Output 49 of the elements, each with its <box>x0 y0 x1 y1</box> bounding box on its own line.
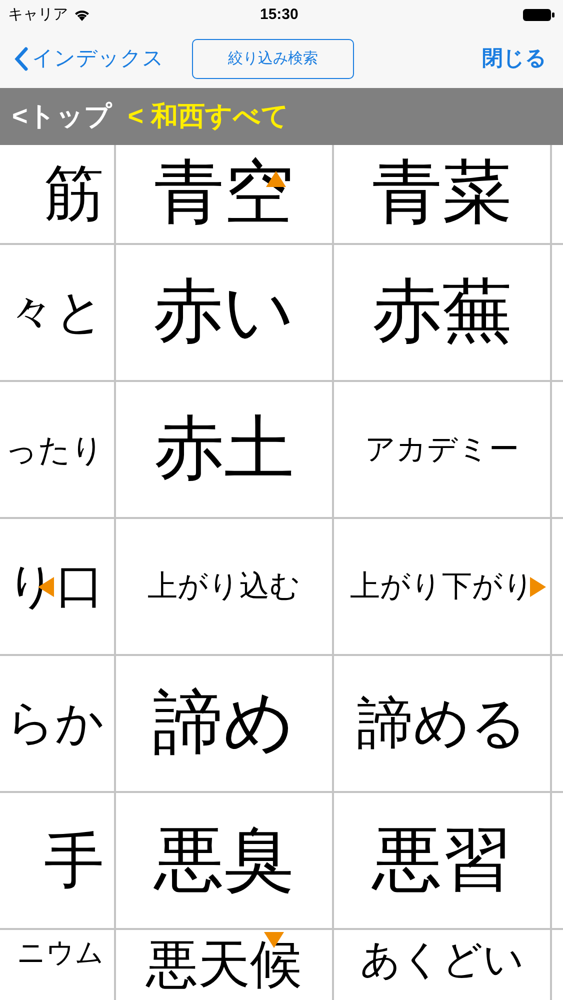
battery-icon <box>523 8 555 22</box>
word-text: 々と <box>7 288 104 336</box>
wifi-icon <box>74 9 90 21</box>
word-text: 筋 <box>44 164 104 224</box>
word-cell[interactable]: 悪天候 <box>116 930 332 1000</box>
word-cell[interactable]: らか <box>0 656 114 791</box>
word-text: 悪習 <box>372 826 512 896</box>
word-text: 諦める <box>357 696 527 752</box>
word-text: 手 <box>44 830 104 890</box>
word-text: 上がり下がり <box>350 572 534 602</box>
word-cell[interactable]: 手 <box>0 793 114 928</box>
word-text: らか <box>6 700 104 748</box>
word-text: 赤い <box>153 278 295 348</box>
word-text: 赤蕪 <box>372 278 512 348</box>
word-cell[interactable]: 悪習 <box>334 793 550 928</box>
word-cell[interactable]: 筋 <box>0 145 114 243</box>
word-text: 悪天候 <box>146 940 302 992</box>
word-cell[interactable]: ったり <box>0 382 114 517</box>
carrier-label: キャリア <box>8 4 68 25</box>
word-text: あくどい <box>360 940 524 980</box>
word-text: ったり <box>5 434 104 466</box>
word-cell[interactable]: 赤土 <box>116 382 332 517</box>
word-cell[interactable]: 赤蕪 <box>334 245 550 380</box>
word-cell[interactable]: 青菜 <box>334 145 550 243</box>
word-text: 赤土 <box>154 414 294 484</box>
word-cell[interactable]: アカデミー <box>334 382 550 517</box>
word-text: アカデミー <box>365 434 519 464</box>
word-cell[interactable]: 赤い <box>116 245 332 380</box>
word-cell[interactable]: 諦め <box>116 656 332 791</box>
chevron-left-icon <box>14 47 28 71</box>
word-cell[interactable]: 悪臭 <box>116 793 332 928</box>
word-cell[interactable]: り口 <box>0 519 114 654</box>
word-text: 上がり込む <box>148 572 300 602</box>
back-button[interactable]: インデックス <box>14 43 164 75</box>
breadcrumb-link[interactable]: <トップ <box>12 96 112 137</box>
word-cell[interactable]: 諦める <box>334 656 550 791</box>
word-text: 青菜 <box>372 159 512 229</box>
word-text: ニウム <box>17 940 104 968</box>
word-cell[interactable]: あくどい <box>334 930 550 1000</box>
word-text: 悪臭 <box>154 826 294 896</box>
word-text: 諦め <box>153 688 295 758</box>
close-button[interactable]: 閉じる <box>482 43 547 75</box>
word-cell[interactable]: 上がり込む <box>116 519 332 654</box>
word-text: り口 <box>7 562 104 610</box>
word-cell[interactable]: 々と <box>0 245 114 380</box>
status-time: 15:30 <box>260 4 298 25</box>
word-cell[interactable]: ニウム <box>0 930 114 1000</box>
filter-search-button[interactable]: 絞り込み検索 <box>192 39 354 79</box>
word-cell[interactable]: 上がり下がり <box>334 519 550 654</box>
